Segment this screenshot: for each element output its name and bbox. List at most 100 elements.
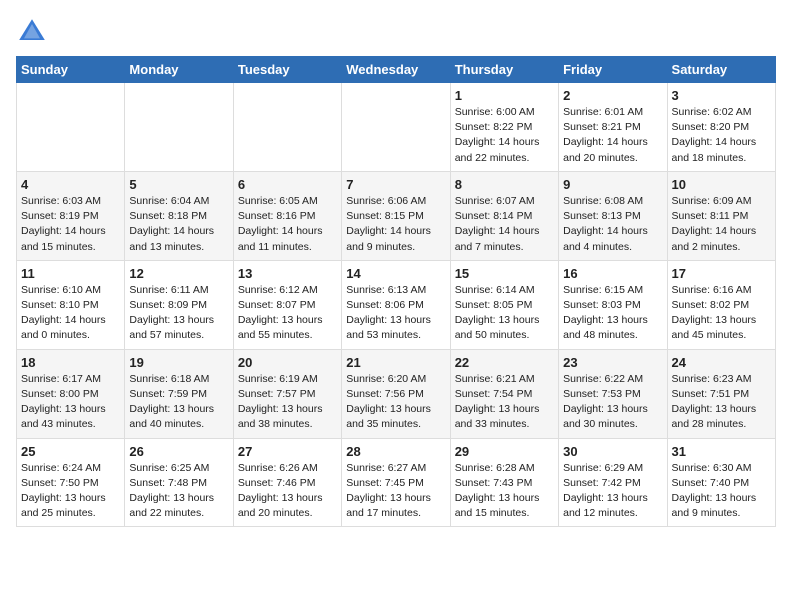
calendar-week-row: 1Sunrise: 6:00 AM Sunset: 8:22 PM Daylig… [17,83,776,172]
day-number: 27 [238,444,337,459]
day-info: Sunrise: 6:26 AM Sunset: 7:46 PM Dayligh… [238,461,337,522]
day-number: 16 [563,266,662,281]
day-info: Sunrise: 6:27 AM Sunset: 7:45 PM Dayligh… [346,461,445,522]
day-info: Sunrise: 6:17 AM Sunset: 8:00 PM Dayligh… [21,372,120,433]
day-number: 12 [129,266,228,281]
calendar-cell: 8Sunrise: 6:07 AM Sunset: 8:14 PM Daylig… [450,171,558,260]
day-info: Sunrise: 6:03 AM Sunset: 8:19 PM Dayligh… [21,194,120,255]
day-info: Sunrise: 6:22 AM Sunset: 7:53 PM Dayligh… [563,372,662,433]
weekday-header-friday: Friday [559,57,667,83]
calendar-cell: 10 Sunrise: 6:09 AM Sunset: 8:11 PM Dayli… [667,171,775,260]
day-info: Sunrise: 6:02 AM Sunset: 8:20 PM Dayligh… [672,105,771,166]
calendar-cell: 23Sunrise: 6:22 AM Sunset: 7:53 PM Dayli… [559,349,667,438]
calendar-cell: 15 Sunrise: 6:14 AM Sunset: 8:05 PM Dayli… [450,260,558,349]
calendar-cell: 26 Sunrise: 6:25 AM Sunset: 7:48 PM Dayli… [125,438,233,527]
calendar-week-row: 25 Sunrise: 6:24 AM Sunset: 7:50 PM Dayli… [17,438,776,527]
day-info: Sunrise: 6:29 AM Sunset: 7:42 PM Dayligh… [563,461,662,522]
day-info: Sunrise: 6:28 AM Sunset: 7:43 PM Dayligh… [455,461,554,522]
calendar-table: SundayMondayTuesdayWednesdayThursdayFrid… [16,56,776,527]
day-info: Sunrise: 6:13 AM Sunset: 8:06 PM Dayligh… [346,283,445,344]
day-number: 4 [21,177,120,192]
day-info: Sunrise: 6:06 AM Sunset: 8:15 PM Dayligh… [346,194,445,255]
calendar-cell: 22Sunrise: 6:21 AM Sunset: 7:54 PM Dayli… [450,349,558,438]
calendar-cell: 11 Sunrise: 6:10 AM Sunset: 8:10 PM Dayli… [17,260,125,349]
day-info: Sunrise: 6:14 AM Sunset: 8:05 PM Dayligh… [455,283,554,344]
calendar-cell: 9 Sunrise: 6:08 AM Sunset: 8:13 PM Daylig… [559,171,667,260]
day-number: 19 [129,355,228,370]
calendar-cell: 13 Sunrise: 6:12 AM Sunset: 8:07 PM Dayli… [233,260,341,349]
calendar-cell: 16 Sunrise: 6:15 AM Sunset: 8:03 PM Dayli… [559,260,667,349]
calendar-cell: 20 Sunrise: 6:19 AM Sunset: 7:57 PM Dayli… [233,349,341,438]
day-info: Sunrise: 6:08 AM Sunset: 8:13 PM Dayligh… [563,194,662,255]
day-info: Sunrise: 6:01 AM Sunset: 8:21 PM Dayligh… [563,105,662,166]
day-number: 9 [563,177,662,192]
day-info: Sunrise: 6:04 AM Sunset: 8:18 PM Dayligh… [129,194,228,255]
day-info: Sunrise: 6:11 AM Sunset: 8:09 PM Dayligh… [129,283,228,344]
day-info: Sunrise: 6:20 AM Sunset: 7:56 PM Dayligh… [346,372,445,433]
weekday-header-monday: Monday [125,57,233,83]
day-info: Sunrise: 6:15 AM Sunset: 8:03 PM Dayligh… [563,283,662,344]
calendar-cell: 4 Sunrise: 6:03 AM Sunset: 8:19 PM Daylig… [17,171,125,260]
calendar-cell: 5Sunrise: 6:04 AM Sunset: 8:18 PM Daylig… [125,171,233,260]
logo-icon [16,16,48,48]
page-header [16,16,776,48]
calendar-cell: 25 Sunrise: 6:24 AM Sunset: 7:50 PM Dayli… [17,438,125,527]
day-info: Sunrise: 6:18 AM Sunset: 7:59 PM Dayligh… [129,372,228,433]
day-number: 3 [672,88,771,103]
day-info: Sunrise: 6:30 AM Sunset: 7:40 PM Dayligh… [672,461,771,522]
weekday-header-thursday: Thursday [450,57,558,83]
weekday-header-tuesday: Tuesday [233,57,341,83]
calendar-cell [233,83,341,172]
weekday-header-sunday: Sunday [17,57,125,83]
calendar-cell: 14 Sunrise: 6:13 AM Sunset: 8:06 PM Dayli… [342,260,450,349]
calendar-cell [17,83,125,172]
day-number: 14 [346,266,445,281]
calendar-cell: 30Sunrise: 6:29 AM Sunset: 7:42 PM Dayli… [559,438,667,527]
calendar-week-row: 4 Sunrise: 6:03 AM Sunset: 8:19 PM Daylig… [17,171,776,260]
day-number: 8 [455,177,554,192]
day-number: 10 [672,177,771,192]
calendar-cell: 21Sunrise: 6:20 AM Sunset: 7:56 PM Dayli… [342,349,450,438]
weekday-header-row: SundayMondayTuesdayWednesdayThursdayFrid… [17,57,776,83]
calendar-cell: 1Sunrise: 6:00 AM Sunset: 8:22 PM Daylig… [450,83,558,172]
day-info: Sunrise: 6:12 AM Sunset: 8:07 PM Dayligh… [238,283,337,344]
day-info: Sunrise: 6:25 AM Sunset: 7:48 PM Dayligh… [129,461,228,522]
calendar-cell: 19 Sunrise: 6:18 AM Sunset: 7:59 PM Dayli… [125,349,233,438]
calendar-cell: 31Sunrise: 6:30 AM Sunset: 7:40 PM Dayli… [667,438,775,527]
calendar-cell: 17 Sunrise: 6:16 AM Sunset: 8:02 PM Dayli… [667,260,775,349]
calendar-cell: 18Sunrise: 6:17 AM Sunset: 8:00 PM Dayli… [17,349,125,438]
calendar-cell: 2Sunrise: 6:01 AM Sunset: 8:21 PM Daylig… [559,83,667,172]
day-number: 29 [455,444,554,459]
day-info: Sunrise: 6:24 AM Sunset: 7:50 PM Dayligh… [21,461,120,522]
day-info: Sunrise: 6:16 AM Sunset: 8:02 PM Dayligh… [672,283,771,344]
weekday-header-saturday: Saturday [667,57,775,83]
day-info: Sunrise: 6:09 AM Sunset: 8:11 PM Dayligh… [672,194,771,255]
calendar-cell [125,83,233,172]
day-number: 6 [238,177,337,192]
day-number: 20 [238,355,337,370]
day-number: 1 [455,88,554,103]
weekday-header-wednesday: Wednesday [342,57,450,83]
day-number: 24 [672,355,771,370]
calendar-cell [342,83,450,172]
calendar-cell: 27 Sunrise: 6:26 AM Sunset: 7:46 PM Dayli… [233,438,341,527]
day-number: 25 [21,444,120,459]
day-info: Sunrise: 6:10 AM Sunset: 8:10 PM Dayligh… [21,283,120,344]
calendar-cell: 29 Sunrise: 6:28 AM Sunset: 7:43 PM Dayli… [450,438,558,527]
calendar-cell: 28Sunrise: 6:27 AM Sunset: 7:45 PM Dayli… [342,438,450,527]
day-number: 13 [238,266,337,281]
calendar-cell: 6Sunrise: 6:05 AM Sunset: 8:16 PM Daylig… [233,171,341,260]
calendar-cell: 24 Sunrise: 6:23 AM Sunset: 7:51 PM Dayli… [667,349,775,438]
day-info: Sunrise: 6:23 AM Sunset: 7:51 PM Dayligh… [672,372,771,433]
day-number: 7 [346,177,445,192]
calendar-week-row: 11 Sunrise: 6:10 AM Sunset: 8:10 PM Dayli… [17,260,776,349]
day-number: 15 [455,266,554,281]
day-number: 26 [129,444,228,459]
day-info: Sunrise: 6:19 AM Sunset: 7:57 PM Dayligh… [238,372,337,433]
calendar-cell: 12 Sunrise: 6:11 AM Sunset: 8:09 PM Dayli… [125,260,233,349]
day-number: 11 [21,266,120,281]
day-number: 17 [672,266,771,281]
logo [16,16,52,48]
day-info: Sunrise: 6:21 AM Sunset: 7:54 PM Dayligh… [455,372,554,433]
calendar-cell: 3 Sunrise: 6:02 AM Sunset: 8:20 PM Daylig… [667,83,775,172]
